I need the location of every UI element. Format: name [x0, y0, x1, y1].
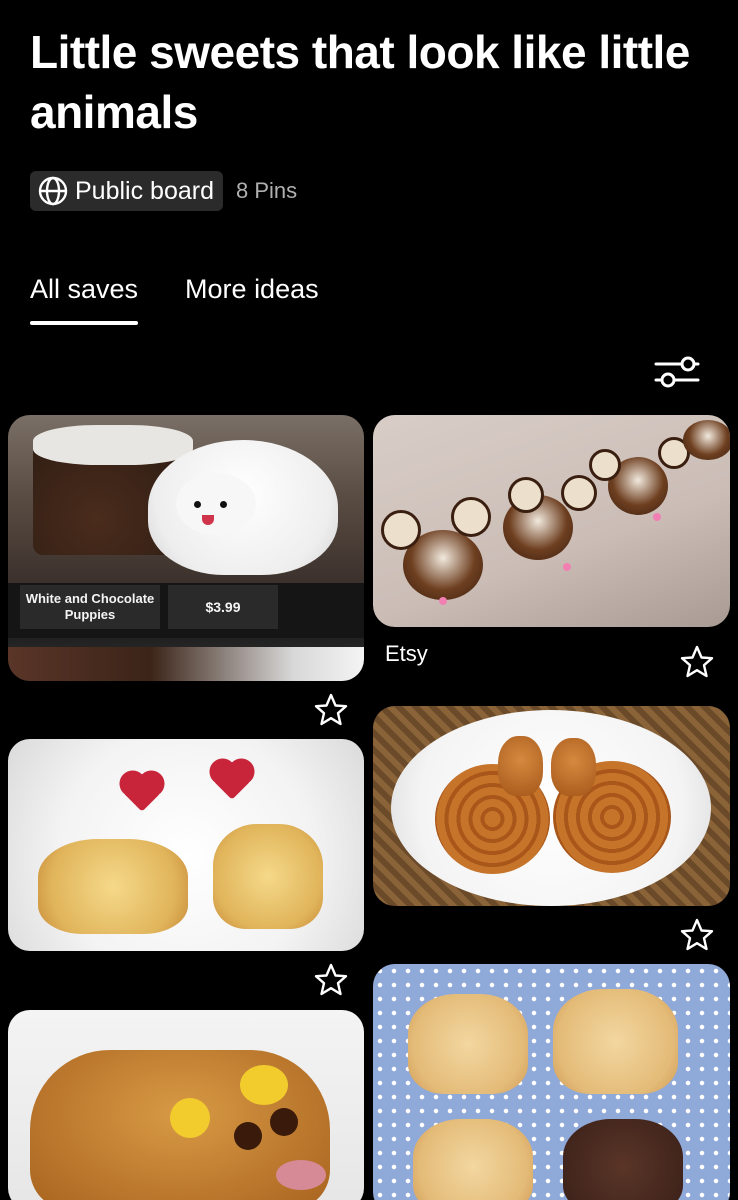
star-icon[interactable]	[679, 644, 715, 680]
pin-snail-buns[interactable]	[373, 706, 730, 906]
pin-cat-toast[interactable]	[8, 739, 364, 951]
board-title: Little sweets that look like little anim…	[30, 26, 690, 138]
globe-icon	[38, 176, 68, 206]
star-icon[interactable]	[679, 917, 715, 953]
pin-count: 8 Pins	[235, 178, 298, 203]
tab-all-saves[interactable]: All saves	[30, 274, 139, 325]
visibility-pill[interactable]: Public board	[30, 171, 223, 211]
pin-twinkie-hamster[interactable]	[8, 1010, 364, 1200]
board-meta: Public board 8 Pins	[30, 171, 297, 211]
sliders-icon[interactable]	[652, 350, 704, 394]
pin-cake-dog[interactable]: White and Chocolate Puppies $3.99	[8, 415, 364, 681]
pin-chocolate-mice[interactable]	[373, 415, 730, 627]
tab-more-ideas[interactable]: More ideas	[185, 274, 319, 324]
price-tag-price: $3.99	[168, 585, 278, 629]
pin-cat-cookies[interactable]	[373, 964, 730, 1200]
star-icon[interactable]	[313, 692, 349, 728]
pin-source-label[interactable]: Etsy	[385, 641, 428, 667]
star-icon[interactable]	[313, 962, 349, 998]
visibility-label: Public board	[75, 176, 214, 205]
price-tag-label: White and Chocolate Puppies	[20, 585, 160, 629]
board-tabs: All saves More ideas	[30, 274, 366, 325]
